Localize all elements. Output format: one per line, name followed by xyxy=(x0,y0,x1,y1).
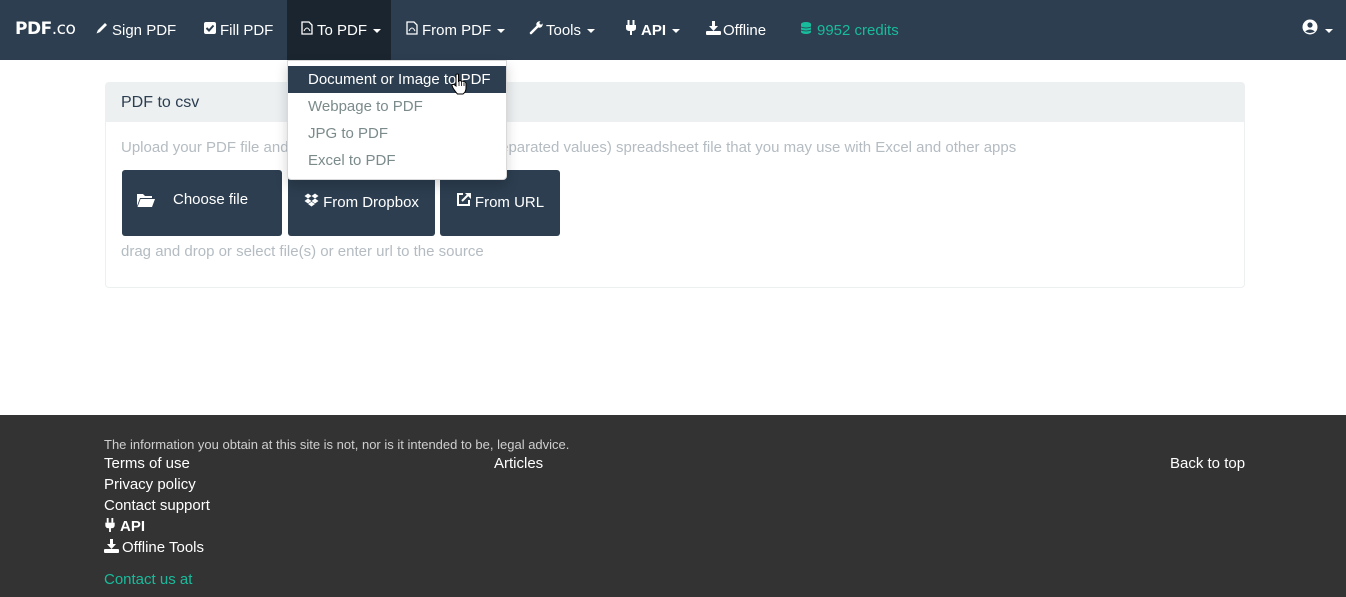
folder-open-icon xyxy=(136,192,156,208)
contact-us-link[interactable]: Contact us at xyxy=(104,571,192,588)
chevron-down-icon xyxy=(587,29,596,34)
nav-api-label: API xyxy=(641,22,667,39)
panel-description: Upload your PDF file and ma-separated va… xyxy=(121,139,1016,156)
nav-tools[interactable]: Tools xyxy=(529,0,596,60)
nav-sign-pdf[interactable]: Sign PDF xyxy=(95,0,176,60)
footer-api-link[interactable]: API xyxy=(104,518,145,536)
dropdown-item-jpg[interactable]: JPG to PDF xyxy=(288,120,506,147)
brand-main: PDF xyxy=(15,19,52,39)
nav-to-pdf-label: To PDF xyxy=(317,22,368,39)
nav-to-pdf[interactable]: To PDF xyxy=(287,0,391,60)
wrench-icon xyxy=(529,0,543,60)
credits-balance[interactable]: 9952 credits xyxy=(800,0,899,60)
panel-description-end: ma-separated values) spreadsheet file th… xyxy=(466,139,1017,156)
chevron-down-icon xyxy=(497,29,506,34)
top-navbar: PDF.co Sign PDF Fill PDF To PDF From PDF… xyxy=(0,0,1346,60)
dropdown-item-document-or-image[interactable]: Document or Image to PDF xyxy=(288,66,506,93)
nav-sign-pdf-label: Sign PDF xyxy=(112,22,177,39)
back-to-top-link[interactable]: Back to top xyxy=(1170,455,1245,472)
pdf-file-icon xyxy=(300,0,314,60)
privacy-policy-link[interactable]: Privacy policy xyxy=(104,476,196,493)
plug-icon xyxy=(104,518,116,536)
nav-offline[interactable]: Offline xyxy=(706,0,766,60)
page-footer: The information you obtain at this site … xyxy=(0,415,1346,597)
download-icon xyxy=(706,0,721,60)
offline-tools-label: Offline Tools xyxy=(122,539,204,556)
choose-file-button[interactable]: Choose file xyxy=(122,170,282,236)
pencil-icon xyxy=(95,0,109,60)
download-icon xyxy=(104,539,119,557)
articles-link[interactable]: Articles xyxy=(494,455,543,472)
pdf-file-icon xyxy=(405,0,419,60)
plug-icon xyxy=(624,0,638,60)
nav-fill-pdf-label: Fill PDF xyxy=(220,22,274,39)
brand-suffix: .co xyxy=(51,19,76,39)
drag-drop-hint: drag and drop or select file(s) or enter… xyxy=(121,243,484,260)
nav-from-pdf-label: From PDF xyxy=(422,22,492,39)
choose-file-label: Choose file xyxy=(173,191,249,208)
legal-disclaimer: The information you obtain at this site … xyxy=(104,437,570,452)
footer-api-label: API xyxy=(120,518,146,535)
chevron-down-icon xyxy=(1325,29,1333,34)
dropdown-item-webpage[interactable]: Webpage to PDF xyxy=(288,93,506,120)
contact-support-link[interactable]: Contact support xyxy=(104,497,210,514)
panel-description-start: Upload your PDF file and xyxy=(121,139,289,156)
panel-title: PDF to csv xyxy=(106,83,1244,122)
check-square-icon xyxy=(203,0,217,60)
coins-icon xyxy=(800,0,814,60)
nav-from-pdf[interactable]: From PDF xyxy=(405,0,506,60)
to-pdf-dropdown-menu: Document or Image to PDF Webpage to PDF … xyxy=(287,60,507,180)
offline-tools-link[interactable]: Offline Tools xyxy=(104,539,204,557)
nav-offline-label: Offline xyxy=(723,22,767,39)
nav-fill-pdf[interactable]: Fill PDF xyxy=(203,0,273,60)
chevron-down-icon xyxy=(373,29,382,34)
hand-pointer-cursor-icon xyxy=(451,73,467,99)
user-menu[interactable] xyxy=(1302,0,1333,60)
credits-label: 9952 credits xyxy=(817,22,899,39)
brand-logo[interactable]: PDF.co xyxy=(15,19,76,39)
pdf-to-csv-panel: PDF to csv Upload your PDF file and ma-s… xyxy=(105,82,1245,288)
nav-tools-label: Tools xyxy=(546,22,582,39)
user-circle-icon xyxy=(1302,0,1318,60)
terms-of-use-link[interactable]: Terms of use xyxy=(104,455,190,472)
nav-api[interactable]: API xyxy=(624,0,681,60)
chevron-down-icon xyxy=(672,29,681,34)
dropdown-item-excel[interactable]: Excel to PDF xyxy=(288,147,506,174)
from-url-label: From URL xyxy=(474,194,545,211)
from-dropbox-label: From Dropbox xyxy=(323,194,419,211)
